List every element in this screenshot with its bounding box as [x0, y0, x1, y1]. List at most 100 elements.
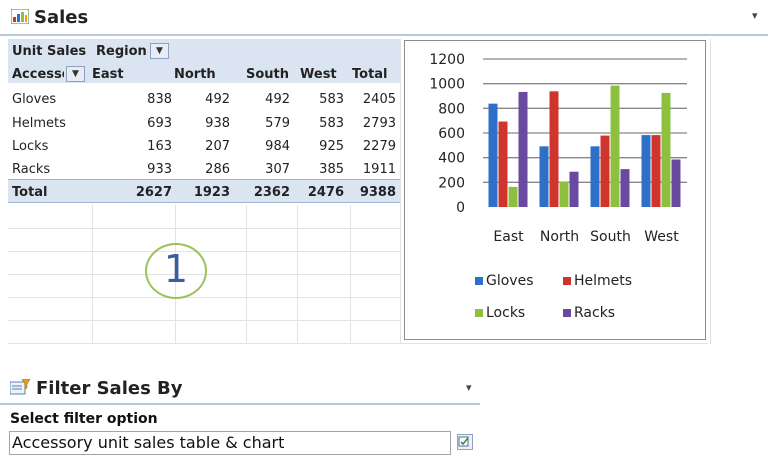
grid-line: [350, 205, 351, 344]
table-cell: 385: [319, 162, 344, 177]
row-label-locks: Locks: [12, 139, 49, 154]
table-cell: 2362: [253, 185, 290, 200]
excel-chart-icon: [11, 9, 29, 24]
accessory-filter-dropdown[interactable]: ▼: [66, 66, 85, 82]
legend-swatch-racks: [563, 309, 571, 317]
callout-number: 1: [163, 247, 189, 291]
bar-helmets-west: [651, 135, 661, 207]
table-cell: 583: [319, 116, 344, 131]
grid-line: [246, 205, 247, 344]
bar-racks-west: [671, 159, 681, 207]
table-cell: 2793: [362, 116, 396, 131]
table-cell: 925: [319, 139, 344, 154]
grid-line: [710, 39, 711, 344]
grid-line: [400, 39, 401, 344]
pivot-total-separator: [8, 179, 400, 180]
sales-webpart-title: Sales: [34, 7, 89, 28]
table-cell: 207: [205, 139, 230, 154]
column-header-north: North: [174, 67, 216, 82]
table-cell: 492: [205, 92, 230, 107]
legend-swatch-gloves: [475, 277, 483, 285]
legend-label-racks: Racks: [574, 305, 615, 321]
bar-locks-west: [661, 92, 671, 207]
grid-line: [8, 320, 400, 321]
y-tick-label: 1200: [429, 52, 465, 68]
grid-line: [8, 228, 400, 229]
bar-locks-south: [610, 85, 620, 207]
region-filter-dropdown[interactable]: ▼: [150, 43, 169, 59]
y-tick-label: 200: [438, 175, 465, 191]
x-tick-label: South: [590, 229, 631, 245]
y-tick-label: 800: [438, 101, 465, 117]
table-cell: 286: [205, 162, 230, 177]
legend-label-locks: Locks: [486, 305, 525, 321]
bar-racks-east: [518, 91, 528, 207]
pivot-row-label-header: Accesso: [12, 67, 64, 82]
sales-chart: 0 200 400 600 800 1000 1200 East North South West G…: [404, 40, 706, 340]
row-label-total: Total: [12, 185, 48, 200]
pivot-bottom-border: [8, 202, 400, 203]
filter-webpart-title: Filter Sales By: [36, 378, 183, 399]
x-tick-label: West: [644, 229, 679, 245]
x-tick-label: East: [493, 229, 524, 245]
pivot-table: Unit Sales Region ▼ Accesso ▼ East North…: [8, 39, 400, 205]
table-cell: 2405: [362, 92, 396, 107]
table-cell: 583: [319, 92, 344, 107]
grid-line: [297, 205, 298, 344]
table-cell: 492: [265, 92, 290, 107]
bar-gloves-north: [539, 146, 549, 207]
filter-option-input[interactable]: Accessory unit sales table & chart: [9, 431, 451, 455]
filter-icon: [10, 379, 30, 395]
callout-number-badge: 1: [145, 243, 207, 299]
table-cell: 984: [265, 139, 290, 154]
bar-racks-south: [620, 169, 630, 207]
bar-gloves-south: [590, 146, 600, 207]
bar-gloves-west: [641, 135, 651, 207]
bar-locks-east: [508, 186, 518, 207]
filter-webpart-menu-button[interactable]: ▾: [466, 381, 472, 394]
row-label-racks: Racks: [12, 162, 51, 177]
y-tick-label: 0: [456, 200, 465, 216]
table-cell: 307: [265, 162, 290, 177]
grid-line: [92, 205, 93, 344]
bar-helmets-south: [600, 135, 610, 207]
y-tick-label: 600: [438, 126, 465, 142]
table-cell: 2476: [307, 185, 344, 200]
column-header-west: West: [300, 67, 337, 82]
bar-helmets-north: [549, 91, 559, 207]
bar-locks-north: [559, 181, 569, 207]
table-cell: 9388: [359, 185, 396, 200]
table-cell: 2279: [362, 139, 396, 154]
sales-bar-chart: 0 200 400 600 800 1000 1200 East North South West G…: [429, 52, 687, 321]
grid-line: [8, 343, 708, 344]
legend-label-gloves: Gloves: [486, 273, 534, 289]
bar-helmets-east: [498, 121, 508, 207]
pivot-value-field-header: Unit Sales: [12, 44, 87, 59]
filter-webpart-header: Filter Sales By ▾: [0, 375, 480, 405]
bar-gloves-east: [488, 103, 498, 207]
row-label-gloves: Gloves: [12, 92, 57, 107]
legend-swatch-locks: [475, 309, 483, 317]
table-cell: 838: [147, 92, 172, 107]
table-cell: 1923: [193, 185, 230, 200]
table-cell: 938: [205, 116, 230, 131]
table-cell: 933: [147, 162, 172, 177]
y-tick-label: 400: [438, 151, 465, 167]
column-header-south: South: [246, 67, 290, 82]
table-cell: 579: [265, 116, 290, 131]
grid-line: [8, 297, 400, 298]
sales-webpart-menu-button[interactable]: ▾: [752, 9, 758, 22]
column-header-total: Total: [352, 67, 388, 82]
row-label-helmets: Helmets: [12, 116, 66, 131]
table-cell: 693: [147, 116, 172, 131]
browse-icon[interactable]: [457, 434, 473, 450]
table-cell: 1911: [362, 162, 396, 177]
pivot-column-field-header: Region: [96, 44, 147, 59]
legend-label-helmets: Helmets: [574, 273, 632, 289]
filter-option-label: Select filter option: [10, 411, 158, 427]
bar-racks-north: [569, 171, 579, 207]
legend-swatch-helmets: [563, 277, 571, 285]
column-header-east: East: [92, 67, 124, 82]
table-cell: 163: [147, 139, 172, 154]
table-cell: 2627: [135, 185, 172, 200]
